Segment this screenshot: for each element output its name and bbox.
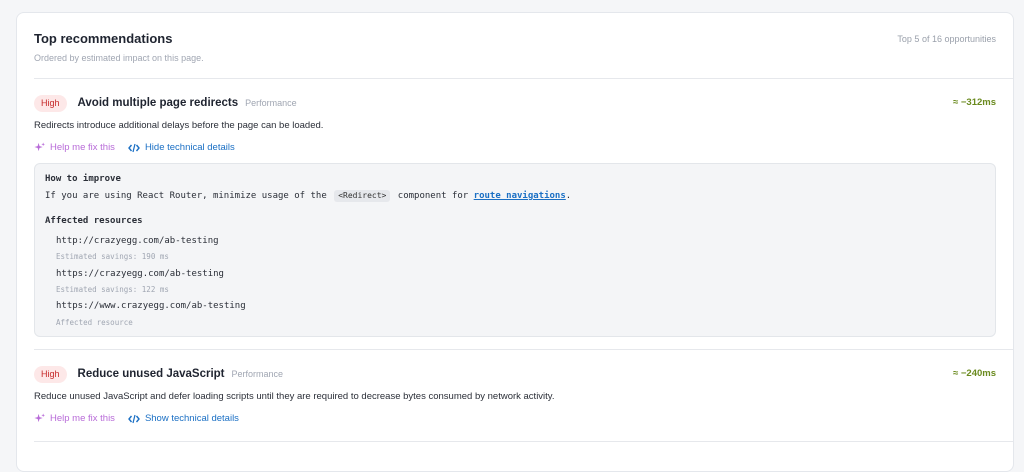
code-icon: [128, 143, 140, 152]
sparkle-icon: [34, 142, 45, 152]
resource-url: https://www.crazyegg.com/ab-testing: [56, 301, 246, 311]
divider: [34, 441, 1013, 442]
recommendation-description: Reduce unused JavaScript and defer loadi…: [34, 391, 555, 402]
recommendation-header: High Reduce unused JavaScript Performanc…: [34, 363, 1013, 385]
recommendation-redirects: High Avoid multiple page redirects Perfo…: [34, 92, 1013, 153]
panel-title: Top recommendations: [34, 31, 173, 46]
recommendation-title: Avoid multiple page redirects: [77, 97, 239, 109]
priority-badge: High: [34, 94, 67, 112]
technical-details-label: Hide technical details: [144, 142, 235, 153]
how-text-part: .: [565, 191, 572, 201]
recommendation-actions: Help me fix this Show technical details: [34, 413, 239, 424]
divider: [34, 78, 1013, 79]
divider: [34, 349, 1013, 350]
sparkle-icon: [34, 413, 45, 423]
how-to-improve-heading: How to improve: [45, 174, 121, 184]
affected-resources-heading: Affected resources: [45, 216, 143, 226]
help-me-fix-label: Help me fix this: [50, 413, 115, 424]
code-icon: [128, 414, 140, 423]
category-label: Performance: [245, 98, 297, 108]
category-label: Performance: [231, 369, 284, 379]
technical-details-label: Show technical details: [144, 413, 239, 424]
estimated-savings: ≈ −240ms: [953, 368, 996, 379]
help-me-fix-label: Help me fix this: [50, 142, 115, 153]
technical-details-panel: How to improve If you are using React Ro…: [34, 163, 996, 337]
recommendation-actions: Help me fix this Hide technical details: [34, 142, 235, 153]
code-snippet: <Redirect>: [334, 190, 391, 202]
how-text-part: If you are using React Router, minimize …: [45, 191, 327, 201]
recommendation-title: Reduce unused JavaScript: [77, 368, 225, 380]
resource-note: Estimated savings: 190 ms: [56, 252, 169, 261]
resource-note: Estimated savings: 122 ms: [56, 285, 169, 294]
recommendation-description: Redirects introduce additional delays be…: [34, 120, 324, 131]
recommendation-header: High Avoid multiple page redirects Perfo…: [34, 92, 1013, 114]
route-navigations-link[interactable]: route navigations: [474, 191, 566, 201]
estimated-savings: ≈ −312ms: [953, 97, 996, 108]
recommendation-unused-javascript: High Reduce unused JavaScript Performanc…: [34, 363, 1013, 424]
resource-note: Affected resource: [56, 318, 133, 327]
resource-url: http://crazyegg.com/ab-testing: [56, 236, 219, 246]
how-to-improve-text: If you are using React Router, minimize …: [45, 190, 571, 202]
panel-header: Top recommendations Ordered by estimated…: [34, 31, 996, 71]
opportunities-count: Top 5 of 16 opportunities: [897, 34, 996, 44]
toggle-technical-details-button[interactable]: Show technical details: [128, 413, 239, 424]
priority-badge: High: [34, 365, 67, 383]
help-me-fix-button[interactable]: Help me fix this: [34, 142, 115, 153]
how-text-part: component for: [397, 191, 469, 201]
recommendations-panel: Top recommendations Ordered by estimated…: [16, 12, 1014, 472]
help-me-fix-button[interactable]: Help me fix this: [34, 413, 115, 424]
resource-url: https://crazyegg.com/ab-testing: [56, 269, 224, 279]
toggle-technical-details-button[interactable]: Hide technical details: [128, 142, 235, 153]
panel-subtitle: Ordered by estimated impact on this page…: [34, 53, 204, 63]
